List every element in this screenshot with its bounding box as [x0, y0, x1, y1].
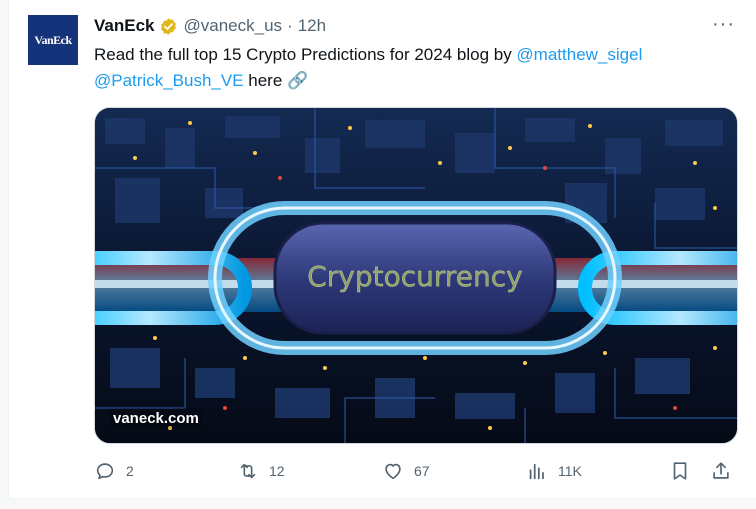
share-icon [713, 462, 729, 479]
separator-dot: · [287, 16, 293, 35]
timestamp[interactable]: 12h [298, 16, 326, 36]
crypto-chain-image: Cryptocurrency [95, 108, 737, 443]
more-icon[interactable]: ··· [712, 14, 735, 34]
heart-icon [385, 463, 401, 480]
share-button[interactable] [710, 460, 732, 482]
bookmark-icon [673, 462, 687, 480]
like-button[interactable]: 67 [382, 460, 430, 482]
views-button[interactable]: 11K [526, 460, 582, 482]
link-emoji-icon: 🔗 [287, 71, 309, 90]
repost-icon [240, 463, 256, 479]
tweet-text-part: here [243, 71, 288, 90]
analytics-icon [529, 463, 544, 480]
tweet-card[interactable]: VanEck VanEck @vaneck_us · 12h ··· Read … [8, 0, 756, 499]
capsule-title: Cryptocurrency [307, 260, 523, 293]
author-name[interactable]: VanEck [94, 16, 155, 36]
tweet-text-part: Read the full top 15 Crypto Predictions … [94, 45, 517, 64]
author-handle[interactable]: @vaneck_us [184, 16, 283, 36]
avatar-logo-text: VanEck [34, 32, 72, 47]
repost-count: 12 [269, 463, 285, 479]
media-domain-label: vaneck.com [109, 408, 203, 429]
mention-link[interactable]: @matthew_sigel [516, 45, 642, 64]
mention-link[interactable]: @Patrick_Bush_VE [94, 71, 244, 90]
repost-button[interactable]: 12 [237, 460, 285, 482]
tweet-header: VanEck @vaneck_us · 12h [94, 14, 326, 38]
reply-icon [96, 463, 114, 480]
reply-count: 2 [126, 463, 134, 479]
media-card[interactable]: Cryptocurrency vaneck.com [94, 107, 738, 444]
bookmark-button[interactable] [669, 460, 691, 482]
action-bar: 2 12 67 11K [94, 460, 744, 484]
like-count: 67 [414, 463, 430, 479]
reply-button[interactable]: 2 [94, 460, 134, 482]
avatar[interactable]: VanEck [28, 15, 78, 65]
views-count: 11K [558, 463, 582, 479]
verified-badge-icon [160, 17, 176, 35]
tweet-text: Read the full top 15 Crypto Predictions … [94, 42, 734, 94]
